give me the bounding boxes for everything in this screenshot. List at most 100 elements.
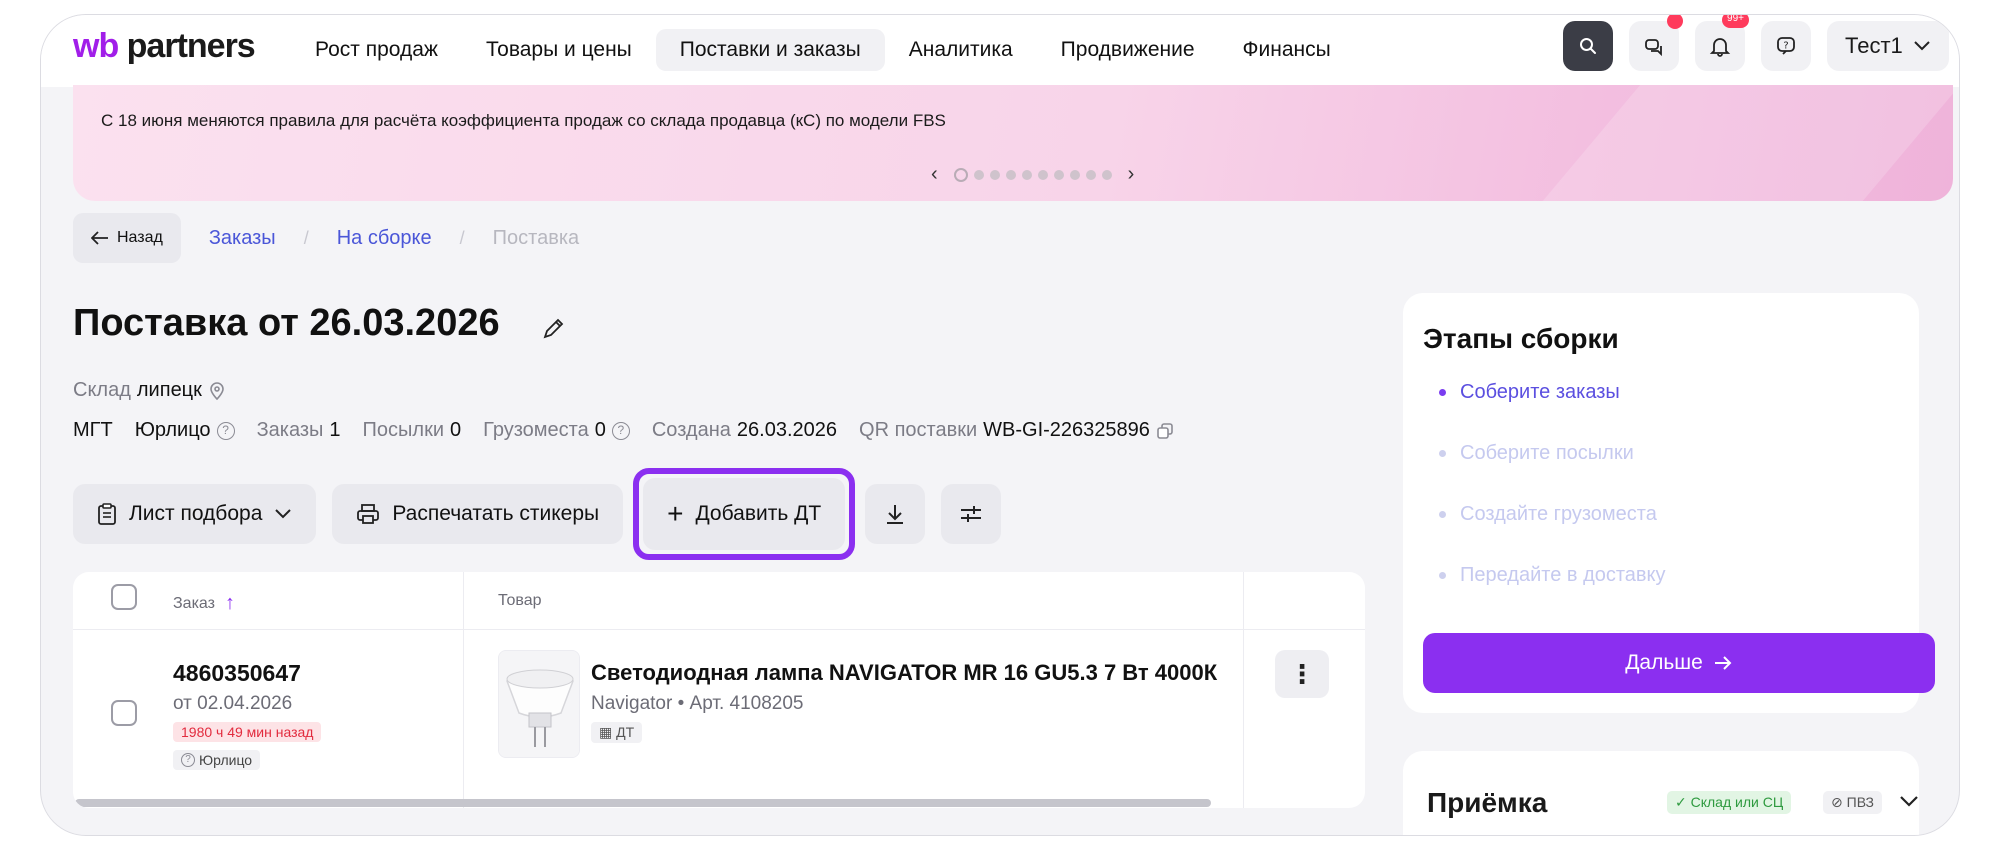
meta-qr-value: WB-GI-226325896 [983,419,1150,441]
warehouse-sc-label: Склад или СЦ [1690,794,1784,810]
horizontal-scrollbar[interactable] [75,799,1211,807]
breadcrumb-assembly[interactable]: На сборке [337,227,432,250]
breadcrumb-separator: / [303,227,309,248]
orders-table: Заказ ↑ Товар 4860350647 от 02.04.2026 1… [73,572,1365,808]
search-icon [1580,38,1596,54]
app-window: wb partners Рост продаж Товары и цены По… [40,14,1960,836]
column-order-header[interactable]: Заказ ↑ [173,592,235,615]
warehouse-label: Склад [73,379,131,401]
stage-hand-over: Передайте в доставку [1439,564,1666,587]
meta-qr: QR поставки WB-GI-226325896 [859,419,1174,442]
next-button[interactable]: Дальше [1423,633,1935,693]
pvz-label: ПВЗ [1846,794,1875,810]
row-checkbox[interactable] [111,700,137,726]
row-menu-button[interactable]: ⋮ [1275,650,1329,698]
notification-badge: 99+ [1722,15,1749,28]
add-dt-button[interactable]: + Добавить ДТ [643,478,846,550]
help-circle-icon[interactable]: ? [611,421,630,440]
sliders-icon [961,506,982,522]
menu-item-supplies-orders[interactable]: Поставки и заказы [655,29,885,71]
stage-collect-parcels: Соберите посылки [1439,442,1634,465]
main-menu: Рост продаж Товары и цены Поставки и зак… [291,29,1355,71]
print-stickers-label: Распечатать стикеры [392,502,600,525]
pager-dot[interactable] [1005,169,1016,180]
pager-dot[interactable] [953,167,968,182]
supply-toolbar: Лист подбора Распечатать стикеры + Добав… [73,468,1002,560]
top-navigation: wb partners Рост продаж Товары и цены По… [41,15,1959,87]
chevron-right-icon[interactable]: › [1118,163,1145,186]
clipboard-icon [98,503,116,525]
chat-button[interactable] [1629,15,1683,71]
pager-dot[interactable] [1085,169,1096,180]
promo-banner[interactable]: С 18 июня меняются правила для расчёта к… [73,85,1953,201]
column-item-header: Товар [498,592,542,609]
user-menu[interactable]: Тест1 [1827,21,1949,71]
search-button[interactable] [1563,21,1613,71]
assembly-stages-panel: Этапы сборки Соберите заказы Соберите по… [1403,293,1935,713]
pager-dot[interactable] [1053,169,1064,180]
print-stickers-button[interactable]: Распечатать стикеры [332,484,624,544]
sort-asc-icon: ↑ [224,592,235,614]
product-image[interactable] [498,650,580,758]
chevron-down-icon[interactable] [1899,795,1919,809]
svg-text:?: ? [1783,41,1788,52]
meta-legal-label: Юрлицо [134,419,211,441]
table-row[interactable]: 4860350647 от 02.04.2026 1980 ч 49 мин н… [73,630,1365,808]
pager-dot[interactable] [1037,169,1048,180]
pick-list-label: Лист подбора [129,502,263,525]
add-dt-label: Добавить ДТ [695,502,822,525]
acceptance-panel[interactable]: Приёмка ✓ Склад или СЦ ⊘ ПВЗ [1403,751,1919,835]
pvz-chip: ⊘ ПВЗ [1823,791,1883,814]
meta-cargo-value: 0 [594,419,606,441]
arrow-right-icon [1714,656,1732,670]
help-button[interactable]: ? [1761,21,1811,71]
pencil-icon [543,318,564,339]
chat-badge [1667,15,1683,29]
highlight-frame: + Добавить ДТ [633,468,856,560]
edit-title-button[interactable] [541,315,567,346]
meta-legal: Юрлицо? [135,419,235,442]
meta-created-value: 26.03.2026 [736,419,838,441]
pick-list-dropdown[interactable]: Лист подбора [73,484,317,544]
chevron-left-icon[interactable]: ‹ [921,163,948,186]
table-header: Заказ ↑ Товар [73,572,1365,630]
pager-dot[interactable] [1021,169,1032,180]
menu-item-promotion[interactable]: Продвижение [1037,29,1219,71]
block-icon: ⊘ [1831,794,1843,810]
order-number[interactable]: 4860350647 [173,660,301,687]
select-all-checkbox[interactable] [111,584,137,610]
breadcrumb-supply: Поставка [492,226,580,249]
warehouse-value: липецк [136,379,202,401]
help-circle-icon[interactable]: ? [216,421,235,440]
next-label: Дальше [1625,651,1703,674]
notifications-button[interactable]: 99+ [1695,15,1749,71]
pager-dot[interactable] [1069,169,1080,180]
plus-icon: + [667,498,684,529]
meta-mgt: МГТ [73,419,113,441]
menu-item-sales-growth[interactable]: Рост продаж [291,29,462,71]
warehouse-sc-chip: ✓ Склад или СЦ [1667,791,1792,814]
breadcrumb: Назад Заказы / На сборке / Поставка [73,213,579,263]
stage-create-cargo: Создайте грузоместа [1439,503,1657,526]
pager-dot[interactable] [973,169,984,180]
banner-pager: ‹ › [921,163,1144,186]
legal-entity-label: Юрлицо [199,752,253,768]
product-brand-article: Navigator • Арт. 4108205 [591,693,804,714]
logo[interactable]: wb partners [73,27,256,66]
meta-parcels-value: 0 [450,419,462,441]
copy-icon[interactable] [1156,422,1174,440]
menu-item-finance[interactable]: Финансы [1219,29,1355,71]
breadcrumb-orders[interactable]: Заказы [209,227,276,250]
product-name[interactable]: Светодиодная лампа NAVIGATOR MR 16 GU5.3… [591,660,1241,686]
pager-dot[interactable] [1101,169,1112,180]
menu-item-analytics[interactable]: Аналитика [885,29,1037,71]
menu-item-products-prices[interactable]: Товары и цены [462,29,656,71]
pager-dot[interactable] [989,169,1000,180]
stage-collect-orders[interactable]: Соберите заказы [1439,381,1620,404]
settings-button[interactable] [941,484,1002,544]
overdue-badge: 1980 ч 49 мин назад [173,722,322,742]
download-button[interactable] [865,484,926,544]
printer-icon [357,504,380,524]
back-button[interactable]: Назад [73,213,181,263]
stage-label: Соберите заказы [1460,381,1620,403]
